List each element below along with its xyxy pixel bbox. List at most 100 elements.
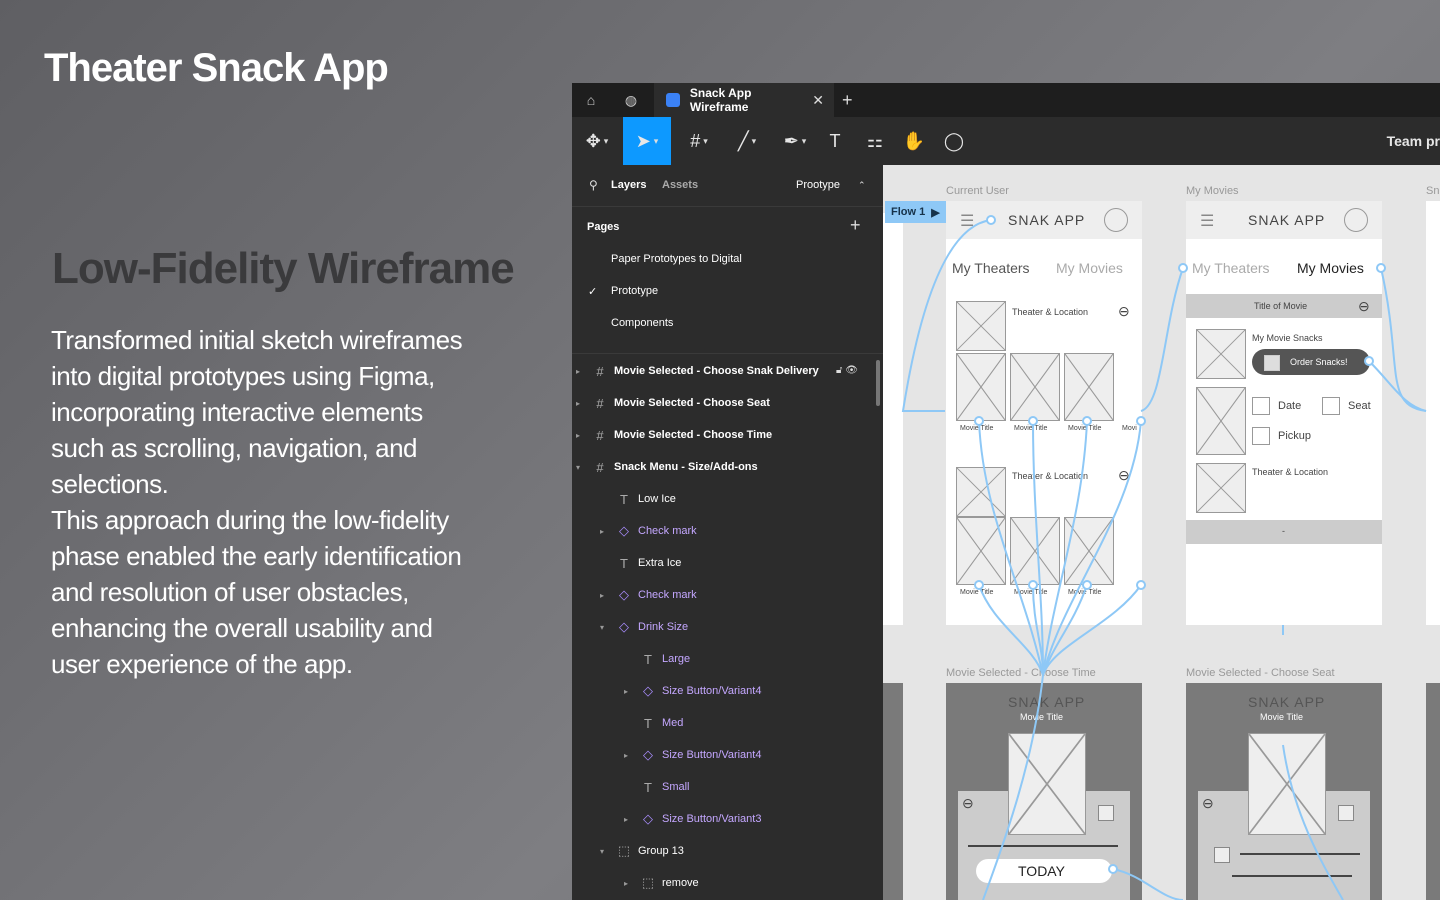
- pen-tool-icon[interactable]: ✒ ▾: [776, 117, 814, 165]
- layer-row[interactable]: T Extra Ice: [600, 547, 681, 579]
- design-canvas[interactable]: Flow 1 ▶ Current User ☰ SNAK APP My Theat…: [883, 165, 1440, 900]
- collapse-icon[interactable]: ⊖: [1202, 795, 1214, 812]
- checkbox-icon[interactable]: [1214, 847, 1230, 863]
- collapse-icon[interactable]: ⊖: [1118, 303, 1130, 320]
- movie-title: Movie Title: [960, 425, 994, 432]
- layer-row[interactable]: T Med: [624, 707, 683, 739]
- avatar[interactable]: [1344, 208, 1368, 232]
- add-page-icon[interactable]: +: [850, 215, 861, 236]
- tab-assets[interactable]: Assets: [662, 179, 698, 191]
- frame-my-movies[interactable]: ☰ SNAK APP My Theaters My Movies Title o…: [1186, 201, 1382, 625]
- order-snacks-button[interactable]: Order Snacks!: [1290, 357, 1348, 367]
- app-name: SNAK APP: [1248, 694, 1326, 710]
- app-name: SNAK APP: [1008, 694, 1086, 710]
- frame-partial-right-bottom[interactable]: [1426, 683, 1440, 900]
- tab-my-movies[interactable]: My Movies: [1056, 260, 1123, 276]
- movie-title-bar: Title of Movie: [1254, 301, 1308, 311]
- layer-row[interactable]: ▸ ◇ Size Button/Variant3: [624, 803, 761, 835]
- play-flow-icon[interactable]: ▶: [931, 206, 939, 219]
- movie-poster-placeholder[interactable]: [1010, 517, 1060, 585]
- hand-tool-icon[interactable]: ✋: [900, 117, 928, 165]
- page-item[interactable]: Components: [611, 317, 673, 329]
- layer-row[interactable]: T Large: [624, 643, 690, 675]
- checkbox-icon[interactable]: [1252, 427, 1270, 445]
- checkbox-icon[interactable]: [1252, 397, 1270, 415]
- layer-row[interactable]: ▸ # Movie Selected - Choose Time: [576, 419, 772, 451]
- prototype-mode-label[interactable]: Prootype: [796, 179, 840, 191]
- new-tab-plus-icon[interactable]: +: [842, 83, 853, 117]
- avatar[interactable]: [1104, 208, 1128, 232]
- panel-header: ⚲ Layers Assets Prootype ⌃: [572, 165, 883, 207]
- close-icon[interactable]: ✕: [812, 92, 824, 109]
- movie-poster-placeholder: [1008, 733, 1086, 835]
- movie-title: Movi: [1122, 425, 1137, 432]
- movie-poster-placeholder[interactable]: [1010, 353, 1060, 421]
- movie-poster-placeholder[interactable]: [956, 517, 1006, 585]
- image-placeholder: [1196, 387, 1246, 455]
- pickup-label: Pickup: [1278, 430, 1312, 442]
- image-placeholder: [956, 467, 1006, 517]
- search-icon[interactable]: ⚲: [589, 178, 598, 192]
- movie-poster-placeholder[interactable]: [1064, 517, 1114, 585]
- flow-label[interactable]: Flow 1 ▶: [885, 201, 946, 223]
- checkbox-icon[interactable]: [1322, 397, 1340, 415]
- file-tab[interactable]: Snack App Wireframe ✕: [654, 83, 834, 117]
- chevron-up-icon[interactable]: ⌃: [858, 180, 866, 191]
- layer-row[interactable]: ▸ # Movie Selected - Choose Snak Delivery: [576, 355, 819, 387]
- checkbox-icon[interactable]: [1264, 355, 1280, 371]
- slide-title: Theater Snack App: [44, 46, 389, 90]
- tab-my-theaters[interactable]: My Theaters: [1192, 260, 1270, 276]
- frame-choose-time[interactable]: SNAK APP Movie Title ⊖ TODAY: [946, 683, 1142, 900]
- tab-my-theaters[interactable]: My Theaters: [952, 260, 1030, 276]
- movie-poster-placeholder[interactable]: [956, 353, 1006, 421]
- movie-title: Movie Title: [1260, 712, 1304, 722]
- line-tool-icon[interactable]: ╱ ▾: [728, 117, 766, 165]
- move-tool-icon[interactable]: ➤ ▾: [623, 117, 671, 165]
- tab-my-movies[interactable]: My Movies: [1297, 260, 1364, 276]
- layer-row[interactable]: T Low Ice: [600, 483, 676, 515]
- layer-row[interactable]: T Small: [624, 771, 690, 803]
- frame-tool-icon[interactable]: # ▾: [680, 117, 718, 165]
- layer-row[interactable]: ▸ ◇ Size Button/Variant4: [624, 739, 761, 771]
- layer-row[interactable]: ▸ ◇ Check mark: [600, 515, 697, 547]
- image-placeholder: [956, 301, 1006, 351]
- layer-row[interactable]: ▾ ⬚ Group 13: [600, 835, 684, 867]
- layer-row[interactable]: ▾ # Snack Menu - Size/Add-ons: [576, 451, 758, 483]
- page-item[interactable]: Prototype: [611, 285, 658, 297]
- my-movie-snacks-label: My Movie Snacks: [1252, 333, 1323, 343]
- frame-choose-seat[interactable]: SNAK APP Movie Title ⊖: [1186, 683, 1382, 900]
- globe-icon[interactable]: ◍: [612, 83, 650, 117]
- layer-row[interactable]: ▸ # Movie Selected - Choose Seat: [576, 387, 770, 419]
- menu-icon[interactable]: ☰: [1200, 211, 1214, 231]
- layer-row[interactable]: ▸ ⬚ remove: [624, 867, 699, 899]
- figma-window: ⌂ ◍ Snack App Wireframe ✕ + ✥ ▾ ➤ ▾ # ▾ ╱ ▾ …: [572, 83, 1440, 900]
- team-label[interactable]: Team pr: [1387, 117, 1440, 165]
- tab-layers[interactable]: Layers: [611, 179, 646, 191]
- movie-poster-placeholder[interactable]: [1064, 353, 1114, 421]
- frame-partial-right[interactable]: [1426, 201, 1440, 625]
- lock-eye-icon[interactable]: 🔓︎ 👁︎: [836, 365, 858, 376]
- collapse-icon[interactable]: ⊖: [1358, 298, 1370, 315]
- close-icon[interactable]: [1338, 805, 1354, 821]
- frame-partial-left[interactable]: [883, 213, 903, 625]
- frame-partial-left-bottom[interactable]: [883, 683, 903, 900]
- figma-menu-icon[interactable]: ✥ ▾: [582, 117, 612, 165]
- layer-row[interactable]: ▸ ◇ Size Button/Variant4: [624, 675, 761, 707]
- page-item[interactable]: Paper Prototypes to Digital: [611, 253, 742, 265]
- frame-label: Sn: [1426, 185, 1440, 197]
- collapse-icon[interactable]: ⊖: [1118, 467, 1130, 484]
- resources-icon[interactable]: ⚏: [862, 117, 888, 165]
- layer-row[interactable]: ▾ ◇ Drink Size: [600, 611, 688, 643]
- text-tool-icon[interactable]: T: [822, 117, 848, 165]
- app-name: SNAK APP: [1248, 212, 1326, 228]
- frame-current-user[interactable]: ☰ SNAK APP My Theaters My Movies Theater…: [946, 201, 1142, 625]
- menu-icon[interactable]: ☰: [960, 211, 974, 231]
- movie-poster-placeholder: [1248, 733, 1326, 835]
- home-icon[interactable]: ⌂: [572, 83, 610, 117]
- panel-scrollbar[interactable]: [876, 360, 880, 406]
- close-icon[interactable]: [1098, 805, 1114, 821]
- layer-row[interactable]: ▸ ◇ Check mark: [600, 579, 697, 611]
- collapse-icon[interactable]: ⊖: [962, 795, 974, 812]
- today-button[interactable]: TODAY: [1018, 863, 1065, 879]
- comment-tool-icon[interactable]: ◯: [940, 117, 968, 165]
